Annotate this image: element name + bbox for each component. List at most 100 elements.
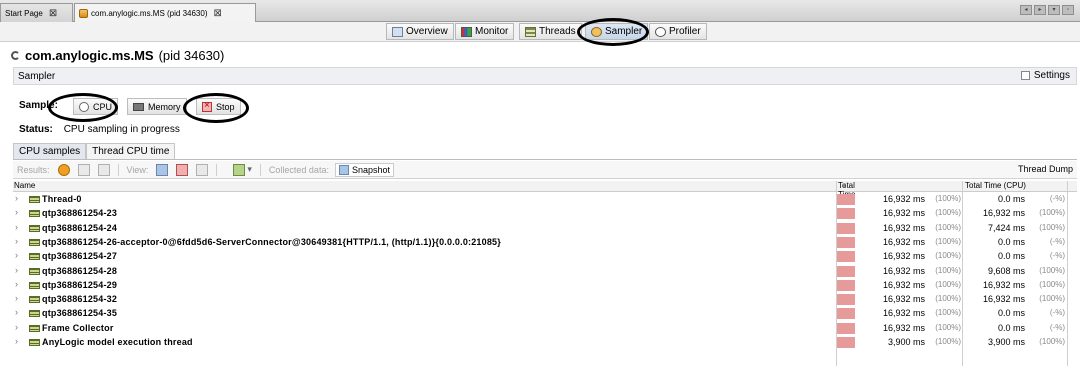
- cpu-time-value: 0.0 ms: [997, 308, 1025, 319]
- total-time-percent: (100%): [935, 308, 961, 318]
- profiler-button[interactable]: Profiler: [649, 23, 707, 40]
- total-time-bar: [837, 308, 855, 320]
- close-icon[interactable]: ⊠: [214, 8, 222, 19]
- view-toolbar: Overview Monitor Threads Sampler Profile…: [0, 22, 1080, 42]
- column-total-time-cpu[interactable]: Total Time (CPU): [965, 181, 1026, 190]
- cpu-time-percent: (-%): [1049, 322, 1065, 332]
- expand-arrow-icon[interactable]: ›: [15, 293, 18, 303]
- dropdown-icon[interactable]: ▾: [1048, 5, 1060, 15]
- total-time-percent: (100%): [935, 208, 961, 218]
- filter-icon[interactable]: [196, 163, 209, 176]
- total-time-value: 16,932 ms: [882, 265, 925, 276]
- total-time-percent: (100%): [935, 251, 961, 261]
- refresh-icon[interactable]: [77, 163, 90, 176]
- table-row[interactable]: › Thread-0 16,932 ms (100%) 0.0 ms (-%): [13, 193, 1077, 207]
- total-time-bar: [837, 251, 855, 263]
- column-name[interactable]: Name: [14, 181, 35, 190]
- table-row[interactable]: › Frame Collector 16,932 ms (100%) 0.0 ms (-%…: [13, 322, 1077, 336]
- table-row[interactable]: › qtp368861254-26-acceptor-0@6fdd5d6-Serv…: [13, 236, 1077, 250]
- tab-process[interactable]: com.anylogic.ms.MS (pid 34630) ⊠: [74, 3, 256, 22]
- tab-thread-cpu-time[interactable]: Thread CPU time: [86, 143, 176, 159]
- monitor-icon: [461, 26, 472, 37]
- cpu-time-percent: (100%): [1039, 279, 1065, 289]
- total-time-bar: [837, 279, 855, 291]
- cpu-time-value: 16,932 ms: [982, 279, 1025, 290]
- overview-button[interactable]: Overview: [386, 23, 454, 40]
- table-row[interactable]: › qtp368861254-32 16,932 ms (100%) 16,932 ms…: [13, 293, 1077, 307]
- total-time-percent: (100%): [935, 294, 961, 304]
- chevron-down-icon[interactable]: ▾: [247, 164, 252, 175]
- cpu-time-percent: (-%): [1049, 194, 1065, 203]
- thread-name: Frame Collector: [42, 322, 114, 333]
- profiler-icon: [655, 26, 666, 37]
- scroll-right-icon[interactable]: ▸: [1034, 5, 1046, 15]
- overview-label: Overview: [406, 26, 448, 37]
- expand-arrow-icon[interactable]: ›: [15, 250, 18, 260]
- settings-label: Settings: [1033, 70, 1070, 81]
- document-tab-bar: Start Page ⊠ com.anylogic.ms.MS (pid 346…: [0, 0, 1080, 22]
- cpu-time-value: 0.0 ms: [997, 236, 1025, 247]
- table-row[interactable]: › qtp368861254-23 16,932 ms (100%) 16,932 ms…: [13, 207, 1077, 221]
- overview-icon: [392, 26, 403, 37]
- process-name: com.anylogic.ms.MS: [25, 48, 154, 63]
- expand-arrow-icon[interactable]: ›: [15, 193, 18, 203]
- expand-arrow-icon[interactable]: ›: [15, 322, 18, 332]
- expand-arrow-icon[interactable]: ›: [15, 336, 18, 346]
- total-time-value: 16,932 ms: [882, 322, 925, 333]
- table-row[interactable]: › qtp368861254-35 16,932 ms (100%) 0.0 ms (-%…: [13, 307, 1077, 321]
- table-row[interactable]: › qtp368861254-24 16,932 ms (100%) 7,424 ms (…: [13, 222, 1077, 236]
- table-header: Name Total Time ▾ Total Time (CPU): [13, 181, 1077, 199]
- annotation-circle: [48, 93, 118, 122]
- table-row[interactable]: › AnyLogic model execution thread 3,900 ms…: [13, 336, 1077, 350]
- cpu-time-percent: (100%): [1039, 337, 1065, 346]
- snapshot-button[interactable]: Snapshot: [334, 162, 394, 177]
- thread-dump-button[interactable]: Thread Dump: [1018, 164, 1073, 174]
- expand-arrow-icon[interactable]: ›: [15, 222, 18, 232]
- threads-icon: [525, 26, 536, 37]
- grid-view-icon[interactable]: [176, 163, 189, 176]
- table-row[interactable]: › qtp368861254-29 16,932 ms (100%) 16,932 ms…: [13, 279, 1077, 293]
- thread-name: qtp368861254-24: [42, 222, 118, 233]
- total-time-percent: (100%): [935, 222, 961, 232]
- table-row[interactable]: › qtp368861254-28 16,932 ms (100%) 9,608 ms (…: [13, 265, 1077, 279]
- settings-checkbox[interactable]: [1020, 71, 1030, 80]
- expand-arrow-icon[interactable]: ›: [15, 207, 18, 217]
- threads-label: Threads: [539, 26, 576, 37]
- close-icon[interactable]: ⊠: [49, 8, 57, 19]
- monitor-button[interactable]: Monitor: [455, 23, 515, 40]
- snapshot-icon: [338, 164, 349, 175]
- total-time-bar: [837, 194, 855, 205]
- results-label: Results:: [17, 164, 50, 175]
- tab-cpu-samples[interactable]: CPU samples: [13, 143, 87, 159]
- cpu-time-value: 0.0 ms: [997, 322, 1025, 333]
- scroll-left-icon[interactable]: ◂: [1020, 5, 1032, 15]
- expand-arrow-icon[interactable]: ›: [15, 265, 18, 275]
- collected-data-label: Collected data:: [268, 164, 329, 175]
- page-title: com.anylogic.ms.MS (pid 34630): [11, 48, 224, 63]
- settings-toggle[interactable]: Settings: [1020, 70, 1070, 81]
- total-time-value: 16,932 ms: [882, 222, 925, 233]
- threads-button[interactable]: Threads: [519, 23, 582, 40]
- thread-icon: [29, 196, 40, 203]
- total-time-percent: (100%): [935, 265, 961, 275]
- cpu-time-value: 16,932 ms: [982, 208, 1025, 219]
- thread-name: qtp368861254-28: [42, 265, 118, 276]
- pause-icon[interactable]: [57, 163, 70, 176]
- expand-arrow-icon[interactable]: ›: [15, 236, 18, 246]
- tree-view-icon[interactable]: [156, 163, 169, 176]
- total-time-bar: [837, 208, 855, 220]
- section-title: Sampler: [18, 70, 56, 82]
- memory-button[interactable]: Memory: [127, 98, 187, 115]
- cpu-time-value: 7,424 ms: [987, 222, 1025, 233]
- total-time-percent: (100%): [935, 337, 961, 346]
- total-time-percent: (100%): [935, 322, 961, 332]
- tab-start-page[interactable]: Start Page ⊠: [0, 3, 73, 22]
- tab-label: com.anylogic.ms.MS (pid 34630): [91, 8, 208, 18]
- columns-icon[interactable]: [233, 163, 246, 176]
- maximize-icon[interactable]: ▫: [1062, 5, 1074, 15]
- delta-icon[interactable]: [97, 163, 110, 176]
- expand-arrow-icon[interactable]: ›: [15, 307, 18, 317]
- table-row[interactable]: › qtp368861254-27 16,932 ms (100%) 0.0 ms (-%…: [13, 250, 1077, 264]
- expand-arrow-icon[interactable]: ›: [15, 279, 18, 289]
- divider: [13, 159, 1077, 160]
